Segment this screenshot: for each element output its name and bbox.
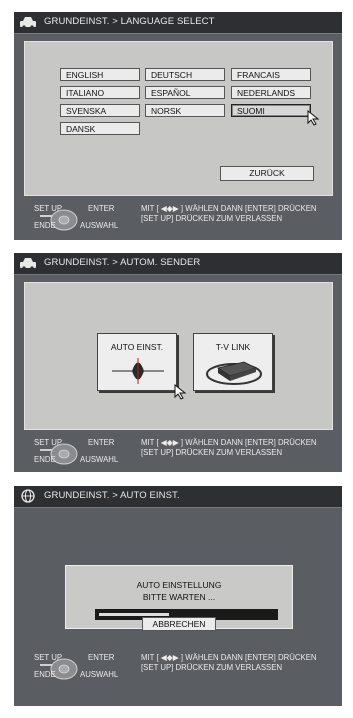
select-key-label: AUSWAHL (80, 670, 119, 679)
title-bar: GRUNDEINST. > AUTOM. SENDER (14, 253, 342, 275)
progress-message-title: AUTO EINSTELLUNG (136, 580, 222, 590)
language-option-svenska[interactable]: SVENSKA (60, 104, 140, 117)
tv-link-label: T-V LINK (215, 342, 251, 352)
enter-key-label: ENTER (88, 204, 115, 213)
end-key-label: ENDE (34, 221, 56, 230)
hint-line-1: MIT [ ◀◆▶ ] WÄHLEN DANN [ENTER] DRÜCKEN (141, 438, 317, 447)
cancel-button[interactable]: ABBRECHEN (142, 617, 216, 631)
setup-car-icon (20, 258, 36, 270)
hint-line-1: MIT [ ◀◆▶ ] WÄHLEN DANN [ENTER] DRÜCKEN (141, 653, 317, 662)
hint-line-1: MIT [ ◀◆▶ ] WÄHLEN DANN [ENTER] DRÜCKEN (141, 204, 317, 213)
help-footer: SET UP ENTER ENDE AUSWAHL MIT [ ◀◆▶ ] WÄ… (14, 651, 342, 681)
enter-key-label: ENTER (88, 438, 115, 447)
globe-icon (21, 489, 35, 503)
language-option-suomi[interactable]: SUOMI (231, 104, 311, 117)
auto-channel-screen: GRUNDEINST. > AUTOM. SENDER AUTO EINST. … (14, 253, 342, 472)
hint-line-2: [SET UP] DRÜCKEN ZUM VERLASSEN (141, 663, 283, 672)
language-panel: ENGLISH DEUTSCH FRANCAIS ITALIANO ESPAÑO… (24, 41, 333, 196)
back-button[interactable]: ZURÜCK (220, 166, 314, 181)
pointer-cursor-icon (307, 110, 320, 126)
tuning-wave-icon (112, 358, 164, 384)
setup-key-label: SET UP (34, 438, 63, 447)
help-footer: SET UP ENTER ENDE AUSWAHL MIT [ ◀◆▶ ] WÄ… (14, 202, 342, 232)
setup-key-label: SET UP (34, 653, 63, 662)
title-bar: GRUNDEINST. > LANGUAGE SELECT (14, 12, 342, 34)
language-option-norsk[interactable]: NORSK (145, 104, 225, 117)
select-key-label: AUSWAHL (80, 455, 119, 464)
progress-bar-fill (99, 613, 169, 616)
tv-link-button[interactable]: T-V LINK (193, 333, 273, 391)
end-key-label: ENDE (34, 455, 56, 464)
title-bar: GRUNDEINST. > AUTO EINST. (14, 486, 342, 508)
language-option-deutsch[interactable]: DEUTSCH (145, 68, 225, 81)
auto-setup-button[interactable]: AUTO EINST. (97, 333, 177, 391)
language-option-italiano[interactable]: ITALIANO (60, 86, 140, 99)
pointer-cursor-icon (174, 384, 187, 400)
select-key-label: AUSWAHL (80, 221, 119, 230)
screen-title: GRUNDEINST. > LANGUAGE SELECT (44, 16, 215, 27)
hint-line-2: [SET UP] DRÜCKEN ZUM VERLASSEN (141, 448, 283, 457)
language-option-nederlands[interactable]: NEDERLANDS (231, 86, 311, 99)
enter-key-label: ENTER (88, 653, 115, 662)
tv-link-recorder-icon (206, 361, 262, 385)
auto-setup-label: AUTO EINST. (110, 342, 164, 352)
language-option-francais[interactable]: FRANCAIS (231, 68, 311, 81)
screen-title: GRUNDEINST. > AUTOM. SENDER (44, 257, 201, 268)
language-option-english[interactable]: ENGLISH (60, 68, 140, 81)
progress-message-wait: BITTE WARTEN ... (142, 592, 216, 602)
language-option-espanol[interactable]: ESPAÑOL (145, 86, 225, 99)
option-panel: AUTO EINST. T-V LINK (24, 282, 333, 430)
screen-title: GRUNDEINST. > AUTO EINST. (44, 490, 180, 501)
auto-setup-progress-screen: GRUNDEINST. > AUTO EINST. AUTO EINSTELLU… (14, 486, 342, 706)
end-key-label: ENDE (34, 670, 56, 679)
setup-key-label: SET UP (34, 204, 63, 213)
hint-line-2: [SET UP] DRÜCKEN ZUM VERLASSEN (141, 214, 283, 223)
language-option-dansk[interactable]: DANSK (60, 122, 140, 135)
help-footer: SET UP ENTER ENDE AUSWAHL MIT [ ◀◆▶ ] WÄ… (14, 436, 342, 466)
setup-car-icon (20, 17, 36, 29)
language-select-screen: GRUNDEINST. > LANGUAGE SELECT ENGLISH DE… (14, 12, 342, 240)
